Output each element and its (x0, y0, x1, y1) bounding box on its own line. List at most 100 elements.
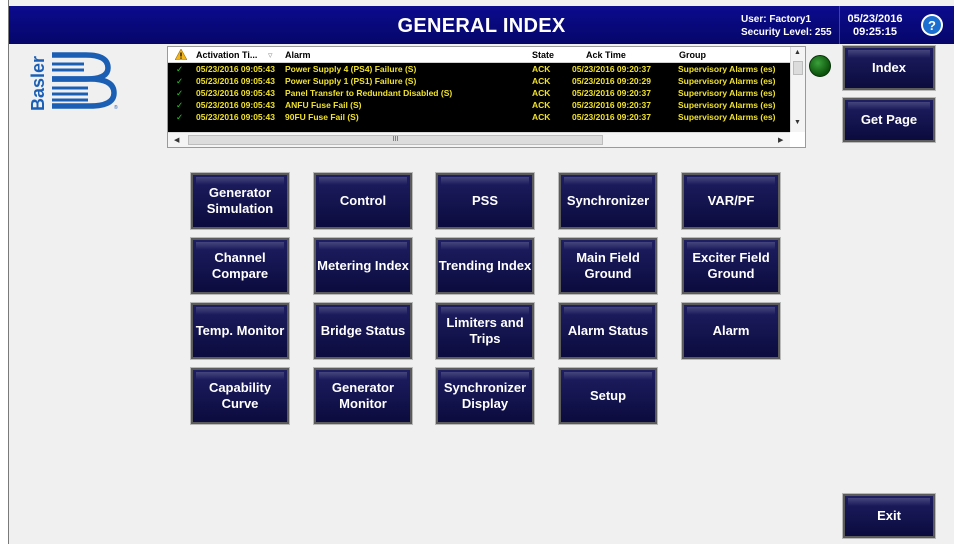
button-label: Alarm Status (567, 323, 649, 338)
ack-check-icon: ✓ (176, 100, 184, 110)
generator-monitor-button[interactable]: Generator Monitor (313, 367, 413, 425)
button-label: Generator Monitor (331, 380, 395, 411)
ack-check-icon: ✓ (176, 64, 184, 74)
cell-activation: 05/23/2016 09:05:43 (196, 88, 275, 98)
cell-alarm: Power Supply 4 (PS4) Failure (S) (285, 64, 417, 74)
button-label: Metering Index (317, 258, 409, 273)
limiters-and-trips-button[interactable]: Limiters and Trips (435, 302, 535, 360)
cell-state: ACK (532, 112, 551, 122)
cell-state: ACK (532, 64, 551, 74)
cell-group: Supervisory Alarms (es) (678, 64, 776, 74)
cell-ack-time: 05/23/2016 09:20:37 (572, 100, 651, 110)
trending-index-button[interactable]: Trending Index (435, 237, 535, 295)
col-ack-time[interactable]: Ack Time (586, 50, 626, 60)
synchronizer-button[interactable]: Synchronizer (558, 172, 658, 230)
alarm-summary-grid[interactable]: Activation Ti... ▿ Alarm State Ack Time … (167, 46, 806, 148)
cell-ack-time: 05/23/2016 09:20:29 (572, 76, 651, 86)
table-row[interactable]: ✓ 05/23/2016 09:05:43 Power Supply 4 (PS… (168, 63, 790, 75)
button-label: Exciter Field Ground (692, 250, 770, 281)
cell-activation: 05/23/2016 09:05:43 (196, 100, 275, 110)
sort-desc-icon[interactable]: ▿ (268, 50, 273, 61)
button-label: Generator Simulation (206, 185, 274, 216)
cell-alarm: 90FU Fuse Fail (S) (285, 112, 359, 122)
cell-state: ACK (532, 76, 551, 86)
svg-text:®: ® (114, 104, 118, 111)
setup-button[interactable]: Setup (558, 367, 658, 425)
bridge-status-button[interactable]: Bridge Status (313, 302, 413, 360)
button-label: Alarm (712, 323, 750, 338)
col-state[interactable]: State (532, 50, 554, 60)
metering-index-button[interactable]: Metering Index (313, 237, 413, 295)
horizontal-scroll-thumb[interactable]: III (188, 135, 603, 145)
cell-activation: 05/23/2016 09:05:43 (196, 76, 275, 86)
user-info: User: Factory1 Security Level: 255 (741, 13, 832, 39)
cell-state: ACK (532, 100, 551, 110)
help-icon: ? (923, 16, 941, 34)
scroll-left-icon[interactable]: ◀ (174, 136, 179, 144)
alarm-grid-header: Activation Ti... ▿ Alarm State Ack Time … (168, 47, 790, 63)
col-group[interactable]: Group (679, 50, 706, 60)
get-page-button[interactable]: Get Page (842, 97, 936, 143)
col-alarm[interactable]: Alarm (285, 50, 311, 60)
button-label: Bridge Status (320, 323, 406, 338)
button-label: Synchronizer Display (443, 380, 527, 411)
table-row[interactable]: ✓ 05/23/2016 09:05:43 Power Supply 1 (PS… (168, 75, 790, 87)
exit-button-label: Exit (877, 508, 901, 523)
horizontal-scrollbar[interactable]: ◀ III ▶ (168, 132, 790, 147)
ack-check-icon: ✓ (176, 88, 184, 98)
cell-alarm: ANFU Fuse Fail (S) (285, 100, 362, 110)
button-label: Limiters and Trips (446, 315, 524, 346)
warning-icon (175, 49, 187, 60)
cell-ack-time: 05/23/2016 09:20:37 (572, 112, 651, 122)
header-divider (839, 6, 840, 44)
table-row[interactable]: ✓ 05/23/2016 09:05:43 90FU Fuse Fail (S)… (168, 111, 790, 123)
cell-group: Supervisory Alarms (es) (678, 112, 776, 122)
scroll-up-icon[interactable]: ▲ (794, 49, 801, 56)
cell-state: ACK (532, 88, 551, 98)
alarm-status-button[interactable]: Alarm Status (558, 302, 658, 360)
capability-curve-button[interactable]: Capability Curve (190, 367, 290, 425)
button-label: Synchronizer (566, 193, 650, 208)
temp-monitor-button[interactable]: Temp. Monitor (190, 302, 290, 360)
exit-button[interactable]: Exit (842, 493, 936, 539)
button-label: Trending Index (438, 258, 532, 273)
logo-text: Basler (28, 56, 48, 111)
help-button[interactable]: ? (921, 14, 943, 36)
basler-logo: Basler ® (28, 52, 118, 111)
synchronizer-display-button[interactable]: Synchronizer Display (435, 367, 535, 425)
pss-button[interactable]: PSS (435, 172, 535, 230)
date-time: 05/23/2016 09:25:15 (847, 13, 903, 39)
cell-alarm: Power Supply 1 (PS1) Failure (S) (285, 76, 417, 86)
control-button[interactable]: Control (313, 172, 413, 230)
get-page-button-label: Get Page (860, 112, 918, 127)
cell-alarm: Panel Transfer to Redundant Disabled (S) (285, 88, 453, 98)
vertical-scroll-thumb[interactable] (793, 61, 803, 75)
date-text: 05/23/2016 (847, 13, 903, 25)
main-field-ground-button[interactable]: Main Field Ground (558, 237, 658, 295)
button-label: Control (339, 193, 387, 208)
scroll-right-icon[interactable]: ▶ (778, 136, 783, 144)
vertical-scrollbar[interactable]: ▲ ▼ (790, 47, 805, 132)
cell-activation: 05/23/2016 09:05:43 (196, 64, 275, 74)
cell-activation: 05/23/2016 09:05:43 (196, 112, 275, 122)
alarm-button[interactable]: Alarm (681, 302, 781, 360)
table-row[interactable]: ✓ 05/23/2016 09:05:43 Panel Transfer to … (168, 87, 790, 99)
cell-group: Supervisory Alarms (es) (678, 100, 776, 110)
button-label: Temp. Monitor (195, 323, 285, 338)
scroll-down-icon[interactable]: ▼ (794, 119, 801, 126)
security-level: Security Level: 255 (741, 27, 832, 38)
index-button[interactable]: Index (842, 45, 936, 91)
time-text: 09:25:15 (852, 26, 898, 38)
ack-check-icon: ✓ (176, 112, 184, 122)
table-row[interactable]: ✓ 05/23/2016 09:05:43 ANFU Fuse Fail (S)… (168, 99, 790, 111)
cell-group: Supervisory Alarms (es) (678, 76, 776, 86)
button-label: Main Field Ground (576, 250, 640, 281)
button-label: Channel Compare (211, 250, 269, 281)
col-activation-time[interactable]: Activation Ti... (196, 50, 257, 60)
channel-compare-button[interactable]: Channel Compare (190, 237, 290, 295)
var-pf-button[interactable]: VAR/PF (681, 172, 781, 230)
generator-simulation-button[interactable]: Generator Simulation (190, 172, 290, 230)
user-name: User: Factory1 (741, 14, 812, 25)
ack-check-icon: ✓ (176, 76, 184, 86)
exciter-field-ground-button[interactable]: Exciter Field Ground (681, 237, 781, 295)
